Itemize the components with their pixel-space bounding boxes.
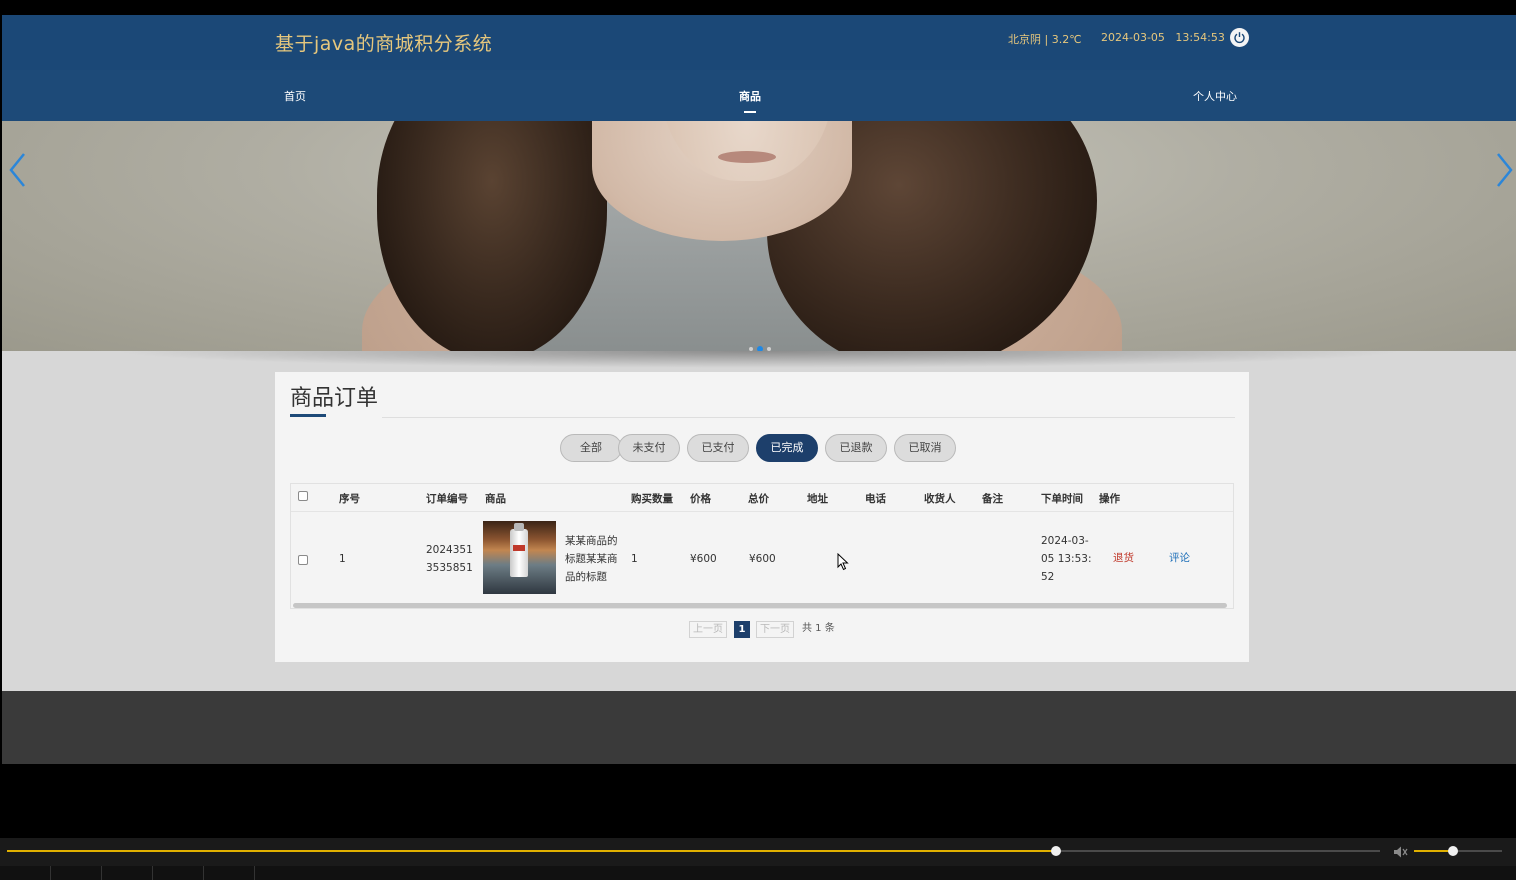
col-phone: 电话	[865, 493, 886, 505]
order-no-line-2: 3535851	[426, 562, 473, 574]
carousel-dots	[747, 338, 773, 351]
order-no-line-1: 2024351	[426, 544, 473, 556]
row-checkbox[interactable]	[298, 555, 308, 565]
tab-all[interactable]: 全部	[560, 434, 622, 462]
order-time-line-3: 52	[1041, 571, 1055, 583]
volume-fill	[1414, 850, 1453, 852]
taskbar-separator	[254, 866, 255, 880]
seek-bar[interactable]	[7, 846, 1380, 856]
carousel-prev-arrow-icon[interactable]	[8, 152, 28, 188]
tab-completed[interactable]: 已完成	[756, 434, 818, 462]
title-underline	[290, 414, 326, 417]
volume-speaker-icon[interactable]	[1393, 844, 1409, 863]
table-row: 1 2024351 3535851 某某商品的 标题某某商 品的标题 1 ¥60…	[291, 513, 1233, 603]
carousel-dot[interactable]	[749, 346, 753, 351]
col-receiver: 收货人	[924, 493, 956, 505]
tab-unpaid[interactable]: 未支付	[618, 434, 680, 462]
taskbar-separator	[101, 866, 102, 880]
row-total: ¥600	[749, 553, 776, 565]
row-order-no: 2024351 3535851	[426, 541, 473, 577]
row-quantity: 1	[631, 553, 638, 565]
col-remark: 备注	[982, 493, 1003, 505]
total-count: 共 1 条	[802, 623, 835, 634]
site-title: 基于java的商城积分系统	[275, 33, 493, 55]
taskbar-separator	[152, 866, 153, 880]
order-time-line-1: 2024-03-	[1041, 535, 1089, 547]
order-panel: 商品订单 全部 未支付 已支付 已完成 已退款 已取消 序号 订单编号 商品 购…	[275, 372, 1249, 662]
product-bottle-shape	[510, 529, 528, 577]
product-name-line-2: 标题某某商	[565, 553, 618, 565]
banner-photo-hair-left	[377, 121, 607, 351]
col-address: 地址	[807, 493, 828, 505]
comment-link[interactable]: 评论	[1169, 549, 1190, 567]
power-icon	[1234, 32, 1245, 44]
col-price: 价格	[690, 493, 711, 505]
order-time-line-2: 05 13:53:	[1041, 553, 1092, 565]
logout-power-icon[interactable]	[1230, 28, 1249, 47]
seek-progress-fill	[7, 850, 1056, 852]
video-player-controls	[0, 838, 1516, 880]
refund-link[interactable]: 退货	[1113, 549, 1134, 567]
nav-user-center[interactable]: 个人中心	[1193, 88, 1237, 104]
product-bottle-cap	[514, 523, 524, 531]
row-product-name[interactable]: 某某商品的 标题某某商 品的标题	[565, 532, 618, 586]
nav-home[interactable]: 首页	[284, 88, 306, 104]
carousel-dot[interactable]	[767, 346, 771, 351]
weather-info: 北京阴 | 3.2℃	[1008, 33, 1082, 46]
order-table: 序号 订单编号 商品 购买数量 价格 总价 地址 电话 收货人 备注 下单时间 …	[290, 483, 1234, 609]
banner-shadow	[2, 351, 1516, 371]
main-nav: 首页 商品 个人中心	[2, 70, 1516, 121]
select-all-checkbox[interactable]	[298, 491, 308, 501]
table-header: 序号 订单编号 商品 购买数量 价格 总价 地址 电话 收货人 备注 下单时间 …	[291, 484, 1233, 512]
prev-page-button[interactable]: 上一页	[689, 621, 727, 638]
col-quantity: 购买数量	[631, 493, 673, 505]
datetime-display: 2024-03-05 13:54:53	[1101, 31, 1225, 44]
tab-paid[interactable]: 已支付	[687, 434, 749, 462]
taskbar-separator	[203, 866, 204, 880]
row-index: 1	[339, 553, 346, 565]
nav-active-indicator	[744, 111, 756, 113]
browser-viewport: 基于java的商城积分系统 北京阴 | 3.2℃ 2024-03-05 13:5…	[2, 15, 1516, 764]
top-header: 基于java的商城积分系统 北京阴 | 3.2℃ 2024-03-05 13:5…	[2, 15, 1516, 70]
table-horizontal-scrollbar[interactable]	[293, 603, 1227, 608]
col-total: 总价	[748, 493, 769, 505]
carousel-next-arrow-icon[interactable]	[1494, 152, 1514, 188]
volume-handle[interactable]	[1447, 846, 1458, 856]
col-order-no: 订单编号	[426, 493, 468, 505]
product-name-line-3: 品的标题	[565, 571, 607, 583]
col-product: 商品	[485, 493, 506, 505]
seek-handle[interactable]	[1050, 846, 1061, 856]
product-name-line-1: 某某商品的	[565, 535, 618, 547]
mouse-cursor-icon	[837, 552, 849, 575]
tab-refunded[interactable]: 已退款	[825, 434, 887, 462]
next-page-button[interactable]: 下一页	[756, 621, 794, 638]
taskbar-separator	[50, 866, 51, 880]
tab-cancelled[interactable]: 已取消	[894, 434, 956, 462]
page-footer	[2, 691, 1516, 764]
taskbar-strip	[0, 866, 1516, 880]
volume-slider[interactable]	[1414, 846, 1502, 856]
banner-photo-lips	[718, 151, 776, 163]
page-title: 商品订单	[290, 386, 379, 411]
nav-goods[interactable]: 商品	[739, 88, 761, 104]
col-actions: 操作	[1099, 493, 1120, 505]
banner-carousel	[2, 121, 1516, 351]
product-bottle-label	[513, 545, 525, 551]
col-index: 序号	[339, 493, 360, 505]
product-thumbnail[interactable]	[483, 521, 556, 594]
col-order-time: 下单时间	[1041, 493, 1083, 505]
row-price: ¥600	[690, 553, 717, 565]
title-divider	[382, 417, 1235, 418]
row-order-time: 2024-03- 05 13:53: 52	[1041, 532, 1092, 586]
page-1-button[interactable]: 1	[734, 621, 750, 638]
